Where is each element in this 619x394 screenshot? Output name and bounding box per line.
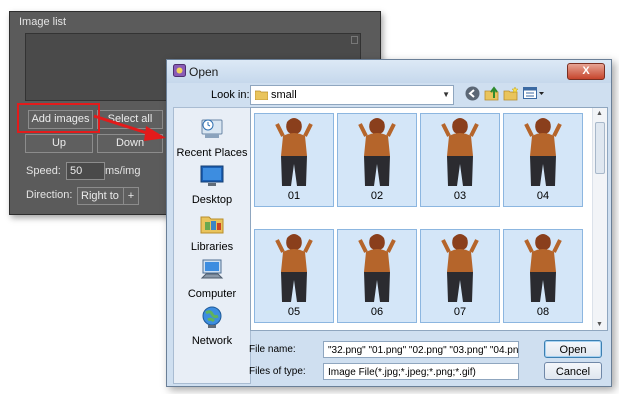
files-of-type-select[interactable]: Image File(*.jpg;*.jpeg;*.png;*.gif) <box>323 363 519 380</box>
figure-thumbnail-icon <box>524 118 562 186</box>
cancel-button[interactable]: Cancel <box>544 362 602 380</box>
panel-title: Image list <box>19 16 67 28</box>
scroll-up-icon[interactable]: ▲ <box>596 110 603 117</box>
add-images-highlight <box>17 103 100 133</box>
speed-label: Speed: <box>26 165 61 177</box>
place-label: Computer <box>187 288 237 300</box>
file-tile[interactable]: 04 <box>503 113 583 207</box>
direction-plus-button[interactable]: + <box>123 187 139 205</box>
new-folder-icon[interactable] <box>503 86 519 101</box>
figure-thumbnail-icon <box>358 118 396 186</box>
file-tile-label: 02 <box>370 190 384 202</box>
file-tile[interactable]: 05 <box>254 229 334 323</box>
place-recent-places[interactable]: Recent Places <box>174 116 250 159</box>
file-tile-label: 08 <box>536 306 550 318</box>
file-tile-label: 03 <box>453 190 467 202</box>
file-list-scrollbar[interactable]: ▲ ▼ <box>592 108 607 330</box>
place-label: Network <box>191 335 233 347</box>
place-network[interactable]: Network <box>174 304 250 347</box>
look-in-combo[interactable]: small ▼ <box>250 85 454 105</box>
back-icon[interactable] <box>465 86 480 101</box>
file-tile-label: 07 <box>453 306 467 318</box>
look-in-value: small <box>271 89 297 101</box>
app-icon <box>173 64 186 77</box>
file-tile[interactable]: 01 <box>254 113 334 207</box>
file-tile-label: 06 <box>370 306 384 318</box>
place-libraries[interactable]: Libraries <box>174 210 250 253</box>
direction-label: Direction: <box>26 189 73 201</box>
figure-thumbnail-icon <box>275 234 313 302</box>
computer-icon <box>200 259 224 279</box>
file-tile[interactable]: 03 <box>420 113 500 207</box>
file-name-label: File name: <box>249 344 296 355</box>
network-icon <box>202 306 222 328</box>
up-button[interactable]: Up <box>25 134 93 153</box>
file-tile-label: 04 <box>536 190 550 202</box>
list-scrollbar[interactable] <box>351 36 358 44</box>
place-label: Libraries <box>190 241 234 253</box>
look-in-label: Look in: <box>211 89 250 101</box>
open-dialog: Open X Look in: small ▼ Recent Places De… <box>166 59 612 387</box>
figure-thumbnail-icon <box>275 118 313 186</box>
scroll-down-icon[interactable]: ▼ <box>596 321 603 328</box>
place-computer[interactable]: Computer <box>174 257 250 300</box>
place-label: Recent Places <box>176 147 248 159</box>
close-button[interactable]: X <box>567 63 605 80</box>
file-tile-label: 01 <box>287 190 301 202</box>
figure-thumbnail-icon <box>358 234 396 302</box>
file-tile[interactable]: 06 <box>337 229 417 323</box>
libraries-icon <box>200 216 224 234</box>
figure-thumbnail-icon <box>524 234 562 302</box>
chevron-down-icon: ▼ <box>442 90 450 99</box>
place-desktop[interactable]: Desktop <box>174 163 250 206</box>
file-list-view[interactable]: 01 02 03 04 05 06 07 08 ▲ ▼ <box>250 107 608 331</box>
figure-thumbnail-icon <box>441 118 479 186</box>
dialog-titlebar[interactable]: Open X <box>167 60 611 83</box>
desktop-icon <box>200 165 224 186</box>
folder-icon <box>255 90 268 100</box>
speed-input[interactable]: 50 <box>66 162 105 180</box>
recent-places-icon <box>201 119 223 138</box>
figure-thumbnail-icon <box>441 234 479 302</box>
place-label: Desktop <box>191 194 233 206</box>
places-bar: Recent Places Desktop Libraries Computer… <box>173 107 251 384</box>
view-menu-icon[interactable] <box>523 86 545 101</box>
scroll-thumb[interactable] <box>595 122 605 174</box>
direction-select[interactable]: Right to <box>77 187 128 205</box>
file-name-input[interactable]: "32.png" "01.png" "02.png" "03.png" "04.… <box>323 341 519 358</box>
file-tile[interactable]: 02 <box>337 113 417 207</box>
pointer-arrow <box>93 114 166 141</box>
dialog-title: Open <box>189 65 219 79</box>
up-folder-icon[interactable] <box>484 86 500 101</box>
speed-unit: ms/img <box>105 165 141 177</box>
file-tile[interactable]: 08 <box>503 229 583 323</box>
files-of-type-label: Files of type: <box>249 366 306 377</box>
file-tile[interactable]: 07 <box>420 229 500 323</box>
open-button[interactable]: Open <box>544 340 602 358</box>
file-tile-label: 05 <box>287 306 301 318</box>
